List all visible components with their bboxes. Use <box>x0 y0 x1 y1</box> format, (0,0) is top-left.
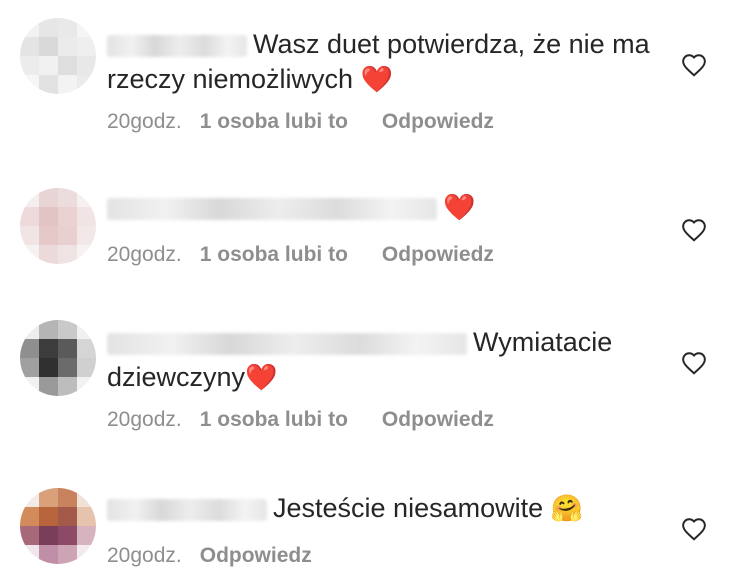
likes-count[interactable]: 1 osoba lubi to <box>200 408 348 432</box>
blurred-username[interactable] <box>107 498 267 521</box>
heart-outline-icon <box>682 54 706 77</box>
heart-emoji: ❤️ <box>443 192 476 222</box>
comment-meta: 20godz. 1 osoba lubi to Odpowiedz <box>107 408 494 432</box>
reply-button[interactable]: Odpowiedz <box>382 408 494 432</box>
comment-body: ❤️ <box>107 190 662 225</box>
like-button[interactable] <box>680 52 708 78</box>
like-button[interactable] <box>680 350 708 376</box>
reply-button[interactable]: Odpowiedz <box>200 544 312 568</box>
comment-time: 20godz. <box>107 110 182 133</box>
like-button[interactable] <box>680 217 708 243</box>
heart-emoji: ❤️ <box>360 64 393 94</box>
avatar[interactable] <box>20 320 96 396</box>
comment-time: 20godz. <box>107 544 182 567</box>
avatar[interactable] <box>20 488 96 564</box>
blurred-username[interactable] <box>107 332 467 355</box>
comment-meta: 20godz. Odpowiedz <box>107 544 312 568</box>
blurred-username[interactable] <box>107 197 437 220</box>
comment-body: Jesteście niesamowite 🤗 <box>107 491 662 526</box>
heart-emoji: ❤️ <box>245 362 278 392</box>
comment-body: Wasz duet potwierdza, że nie ma rzeczy n… <box>107 27 662 97</box>
heart-outline-icon <box>682 352 706 375</box>
hugging-face-emoji: 🤗 <box>550 493 584 523</box>
likes-count[interactable]: 1 osoba lubi to <box>200 243 348 267</box>
likes-count[interactable]: 1 osoba lubi to <box>200 110 348 134</box>
heart-outline-icon <box>682 219 706 242</box>
comment-body: Wymiatacie dziewczyny❤️ <box>107 325 662 395</box>
reply-button[interactable]: Odpowiedz <box>382 243 494 267</box>
comment-meta: 20godz. 1 osoba lubi to Odpowiedz <box>107 110 494 134</box>
comment-text: Jesteście niesamowite <box>273 493 544 523</box>
comment-meta: 20godz. 1 osoba lubi to Odpowiedz <box>107 243 494 267</box>
like-button[interactable] <box>680 516 708 542</box>
reply-button[interactable]: Odpowiedz <box>382 110 494 134</box>
heart-outline-icon <box>682 518 706 541</box>
comment-time: 20godz. <box>107 408 182 431</box>
blurred-username[interactable] <box>107 34 247 57</box>
avatar[interactable] <box>20 188 96 264</box>
avatar[interactable] <box>20 18 96 94</box>
comment-time: 20godz. <box>107 243 182 266</box>
